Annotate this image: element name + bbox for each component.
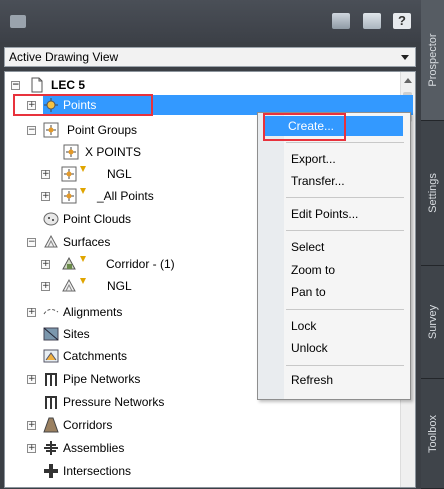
- surface-icon: [62, 278, 76, 292]
- tab-label: Survey: [426, 304, 439, 340]
- tree-node-label: Pipe Networks: [63, 372, 141, 386]
- catchments-icon: [43, 349, 59, 363]
- tab-label: Prospector: [426, 33, 439, 87]
- menu-item-transfer[interactable]: Transfer...: [291, 172, 345, 190]
- collapse-icon[interactable]: −: [11, 81, 20, 90]
- point-group-icon: [61, 166, 77, 182]
- point-group-icon: [63, 144, 79, 160]
- menu-item-unlock[interactable]: Unlock: [291, 339, 328, 357]
- tree-node-label: Corridors: [63, 418, 113, 432]
- expand-icon[interactable]: +: [27, 444, 36, 453]
- tab-label: Settings: [426, 173, 439, 213]
- expand-icon[interactable]: +: [27, 308, 36, 317]
- tab-prospector[interactable]: Prospector: [421, 0, 444, 121]
- expand-icon[interactable]: +: [27, 421, 36, 430]
- menu-item-refresh[interactable]: Refresh: [291, 371, 333, 389]
- menu-separator: [286, 142, 404, 143]
- expand-icon[interactable]: +: [41, 192, 50, 201]
- tree-node-label: LEC 5: [51, 78, 86, 92]
- menu-item-pan-to[interactable]: Pan to: [291, 283, 326, 301]
- tree-node-label: NGL: [107, 167, 132, 181]
- point-group-icon: [61, 188, 77, 204]
- alignment-icon: [43, 308, 59, 315]
- toolspace-icon: [10, 15, 26, 28]
- sites-icon: [43, 327, 59, 341]
- menu-separator: [286, 365, 404, 366]
- menu-item-zoom-to[interactable]: Zoom to: [291, 261, 335, 279]
- tree-node-label: Point Clouds: [63, 212, 132, 226]
- tree-node-label: Surfaces: [63, 235, 111, 249]
- expand-icon[interactable]: +: [41, 170, 50, 179]
- assembly-icon: [44, 441, 58, 455]
- help-button[interactable]: ?: [393, 13, 411, 29]
- toolspace-toolbar: ?: [0, 0, 421, 42]
- tree-node-label: Point Groups: [67, 123, 138, 137]
- surface-icon: [62, 256, 76, 270]
- expand-icon[interactable]: +: [41, 282, 50, 291]
- toolspace-side-tabs: Prospector Settings Survey Toolbox: [421, 0, 444, 489]
- intersection-icon: [44, 464, 58, 478]
- tree-node-label: Sites: [63, 327, 90, 341]
- expand-icon[interactable]: +: [41, 260, 50, 269]
- tree-node-label: X POINTS: [85, 145, 142, 159]
- surface-icon: [44, 234, 58, 248]
- warning-flag-icon: [80, 256, 86, 262]
- tab-survey[interactable]: Survey: [421, 266, 444, 379]
- menu-separator: [286, 197, 404, 198]
- list-view-icon[interactable]: [363, 13, 381, 29]
- tree-node-label: Catchments: [63, 349, 128, 363]
- tree-node-label: Alignments: [63, 305, 123, 319]
- tree-node-label: _All Points: [97, 189, 154, 203]
- menu-separator: [286, 230, 404, 231]
- item-view-toggle-icon[interactable]: [332, 13, 350, 29]
- warning-flag-icon: [80, 278, 86, 284]
- expand-icon[interactable]: +: [27, 101, 36, 110]
- menu-item-edit-points[interactable]: Edit Points...: [291, 205, 358, 223]
- highlight-box-create: [263, 113, 346, 141]
- warning-flag-icon: [80, 188, 86, 194]
- tree-node-label: Assemblies: [63, 441, 125, 455]
- tree-node-label: Pressure Networks: [63, 395, 165, 409]
- menu-item-export[interactable]: Export...: [291, 150, 336, 168]
- warning-flag-icon: [80, 166, 86, 172]
- tree-node-label: Intersections: [63, 464, 132, 478]
- corridor-icon: [43, 417, 59, 433]
- point-group-icon: [43, 122, 59, 138]
- pressure-network-icon: [45, 396, 57, 409]
- tree-node-label: Corridor - (1): [106, 257, 175, 271]
- context-menu-icon-strip: [258, 113, 284, 399]
- view-selector-value: Active Drawing View: [9, 50, 119, 64]
- pipe-network-icon: [45, 373, 57, 386]
- collapse-icon[interactable]: −: [27, 238, 36, 247]
- tree-node-label: NGL: [107, 279, 132, 293]
- expand-icon[interactable]: +: [27, 375, 36, 384]
- menu-item-lock[interactable]: Lock: [291, 317, 316, 335]
- tab-toolbox[interactable]: Toolbox: [421, 379, 444, 489]
- tree-node-label: Points: [63, 98, 97, 112]
- points-icon: [44, 98, 58, 112]
- scroll-up-icon[interactable]: [404, 78, 412, 83]
- view-selector-dropdown[interactable]: Active Drawing View: [4, 47, 416, 67]
- drawing-icon: [31, 77, 43, 93]
- tab-settings[interactable]: Settings: [421, 121, 444, 266]
- collapse-icon[interactable]: −: [27, 126, 36, 135]
- context-menu: Create... Export... Transfer... Edit Poi…: [257, 112, 411, 400]
- tab-label: Toolbox: [426, 414, 439, 453]
- menu-item-select[interactable]: Select: [291, 238, 324, 256]
- chevron-down-icon: [401, 55, 409, 60]
- point-cloud-icon: [43, 212, 59, 226]
- menu-separator: [286, 309, 404, 310]
